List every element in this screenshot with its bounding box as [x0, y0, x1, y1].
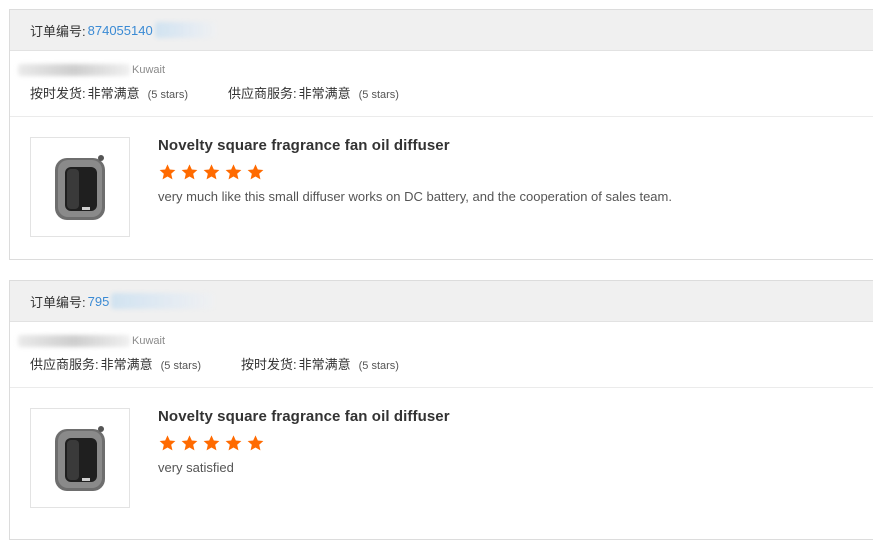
review-card: 订单编号: 795 Kuwait 供应商服务: 非常满意 (5 stars) 按…	[9, 280, 873, 540]
star-icon	[181, 164, 198, 180]
buyer-country: Kuwait	[132, 335, 166, 347]
diffuser-product-image	[55, 155, 105, 220]
buyer-meta: Kuwait 供应商服务: 非常满意 (5 stars) 按时发货: 非常满意 …	[10, 322, 873, 388]
rating-item: 供应商服务: 非常满意 (5 stars)	[228, 83, 399, 102]
order-header: 订单编号: 874055140	[10, 10, 873, 51]
star-icon	[203, 435, 220, 451]
star-icon	[181, 435, 198, 451]
rating-item: 按时发货: 非常满意 (5 stars)	[241, 354, 399, 373]
rating-item: 按时发货: 非常满意 (5 stars)	[30, 83, 188, 102]
product-info: Novelty square fragrance fan oil diffuse…	[158, 408, 450, 508]
review-text: very satisfied	[158, 460, 234, 475]
product-thumbnail[interactable]	[30, 137, 130, 237]
rating-stars-text: (5 stars)	[358, 89, 399, 101]
star-icon	[247, 164, 264, 180]
rating-stars-text: (5 stars)	[160, 360, 201, 372]
product-thumbnail[interactable]	[30, 408, 130, 508]
product-title[interactable]: Novelty square fragrance fan oil diffuse…	[158, 137, 672, 154]
rating-label: 按时发货:	[30, 86, 86, 101]
review-text: very much like this small diffuser works…	[158, 189, 672, 204]
star-icon	[159, 164, 176, 180]
ratings-row: 供应商服务: 非常满意 (5 stars) 按时发货: 非常满意 (5 star…	[30, 354, 858, 373]
rating-label: 按时发货:	[240, 357, 297, 372]
order-number-link[interactable]: 874055140	[88, 23, 153, 38]
buyer-row: Kuwait	[18, 332, 858, 350]
buyer-meta: Kuwait 按时发货: 非常满意 (5 stars) 供应商服务: 非常满意 …	[10, 51, 873, 117]
order-number-link[interactable]: 795	[88, 294, 110, 309]
redacted-mask	[111, 293, 216, 309]
star-rating	[158, 163, 672, 181]
product-info: Novelty square fragrance fan oil diffuse…	[158, 137, 672, 237]
rating-stars-text: (5 stars)	[147, 89, 188, 101]
rating-value: 非常满意	[100, 357, 153, 372]
star-icon	[225, 164, 242, 180]
redacted-mask	[154, 22, 217, 38]
product-row: Novelty square fragrance fan oil diffuse…	[10, 388, 873, 528]
star-rating	[158, 434, 450, 452]
redacted-buyer-name	[18, 335, 130, 347]
star-icon	[247, 435, 264, 451]
star-icon	[225, 435, 242, 451]
buyer-country: Kuwait	[132, 64, 166, 76]
star-icon	[159, 435, 176, 451]
rating-value: 非常满意	[298, 86, 351, 101]
rating-stars-text: (5 stars)	[358, 360, 399, 372]
rating-label: 供应商服务:	[227, 86, 297, 101]
rating-item: 供应商服务: 非常满意 (5 stars)	[30, 354, 201, 373]
diffuser-product-image	[55, 426, 105, 491]
rating-value: 非常满意	[298, 357, 351, 372]
review-card: 订单编号: 874055140 Kuwait 按时发货: 非常满意 (5 sta…	[9, 9, 873, 260]
redacted-buyer-name	[18, 64, 130, 76]
product-title[interactable]: Novelty square fragrance fan oil diffuse…	[158, 408, 450, 425]
ratings-row: 按时发货: 非常满意 (5 stars) 供应商服务: 非常满意 (5 star…	[30, 83, 858, 102]
rating-value: 非常满意	[87, 86, 140, 101]
order-number-label: 订单编号:	[30, 23, 86, 39]
star-icon	[203, 164, 220, 180]
product-row: Novelty square fragrance fan oil diffuse…	[10, 117, 873, 257]
rating-label: 供应商服务:	[30, 357, 99, 372]
order-header: 订单编号: 795	[10, 281, 873, 322]
order-number-label: 订单编号:	[30, 294, 86, 310]
buyer-row: Kuwait	[18, 61, 858, 79]
